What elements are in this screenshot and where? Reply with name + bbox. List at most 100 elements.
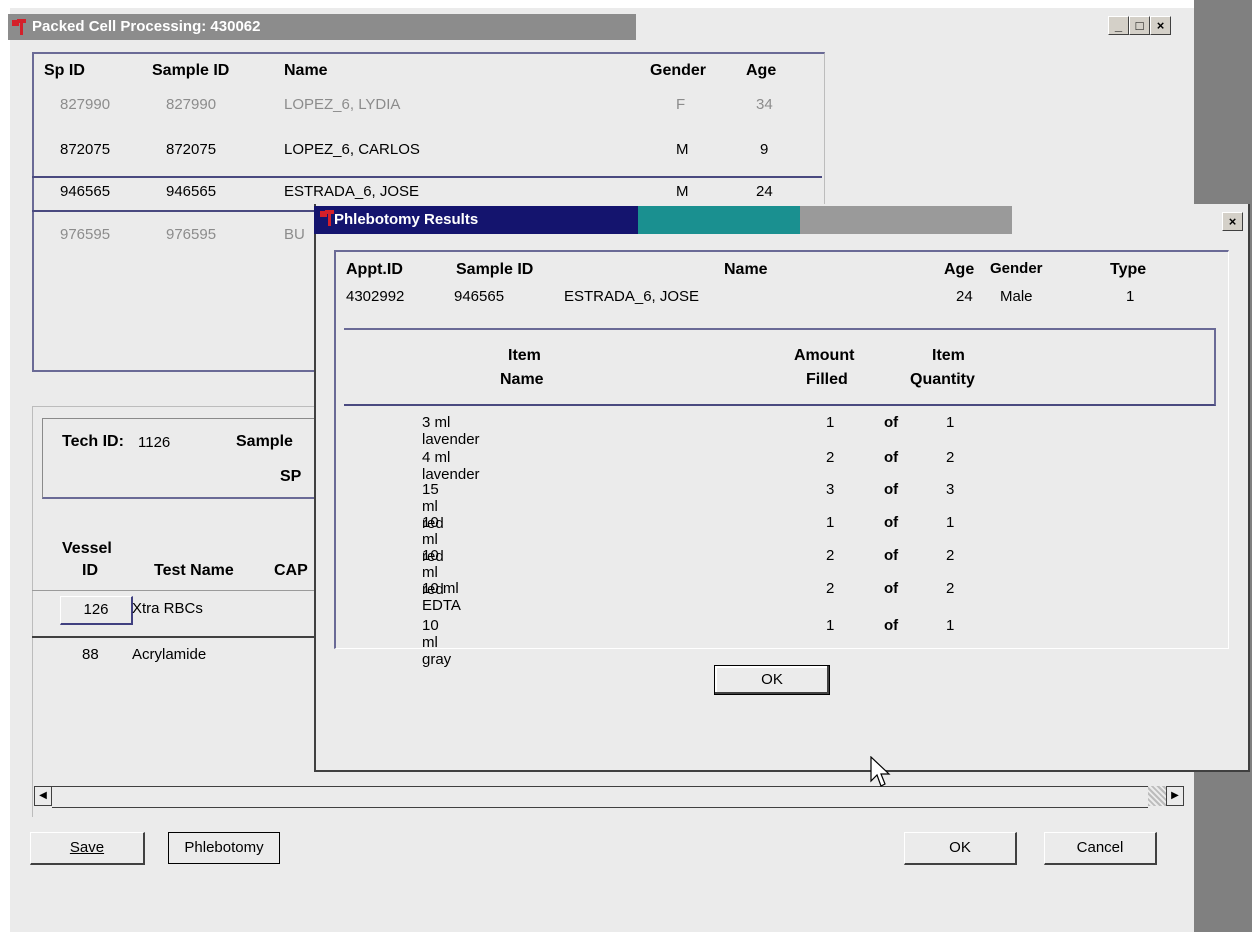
of-label: of [884, 580, 899, 597]
item-filled: 2 [826, 580, 835, 597]
type-label: Type [1110, 261, 1147, 278]
save-button-label: Save [69, 839, 105, 856]
vessel-header-l2: ID [82, 562, 98, 579]
item-name: 4 ml lavender [422, 449, 480, 483]
row-gender: M [676, 141, 689, 158]
item-name: 10 ml gray [422, 617, 452, 668]
item-filled: 1 [826, 617, 835, 634]
test-name-cell: Xtra RBCs [132, 600, 203, 617]
item-filled: 2 [826, 547, 835, 564]
appt-id-label: Appt.ID [346, 261, 403, 278]
horizontal-scrollbar[interactable]: ◀ ▶ [34, 786, 1184, 808]
item-name: 10 ml EDTA [422, 580, 461, 614]
row-sp-id: 827990 [60, 96, 111, 113]
type-value: 1 [1126, 288, 1135, 305]
test-name-cell: Acrylamide [132, 646, 207, 663]
app-icon [12, 19, 26, 35]
row-name: LOPEZ_6, LYDIA [284, 96, 401, 113]
save-button[interactable]: Save [30, 832, 145, 865]
dialog-ok-button[interactable]: OK [714, 665, 830, 695]
item-qty: 2 [946, 547, 955, 564]
age-value: 24 [956, 288, 973, 305]
item-qty: 2 [946, 580, 955, 597]
row-age: 34 [756, 96, 773, 113]
mouse-cursor-icon [870, 755, 892, 794]
dialog-app-icon [320, 210, 334, 226]
scroll-right-icon[interactable]: ▶ [1166, 786, 1184, 806]
vessel-id-button[interactable]: 126 [60, 596, 133, 625]
row-name: LOPEZ_6, CARLOS [284, 141, 420, 158]
dialog-title-gradient [800, 206, 1012, 234]
row-gender: F [676, 96, 686, 113]
vessel-row-divider [32, 636, 322, 638]
tech-info-box [42, 418, 324, 499]
row-sample-id: 827990 [166, 96, 217, 113]
gender-label: Gender [990, 260, 1043, 277]
header-age: Age [746, 62, 777, 79]
row-name: ESTRADA_6, JOSE [284, 183, 420, 200]
row-age: 24 [756, 183, 773, 200]
item-name-header-l2: Name [500, 371, 544, 388]
item-name: 3 ml lavender [422, 414, 480, 448]
row-sample-id: 872075 [166, 141, 217, 158]
item-qty: 1 [946, 617, 955, 634]
dialog-close-icon[interactable]: × [1222, 212, 1243, 231]
item-filled: 2 [826, 449, 835, 466]
dialog-title-gradient [1012, 206, 1248, 234]
phlebotomy-button[interactable]: Phlebotomy [168, 832, 280, 864]
of-label: of [884, 617, 899, 634]
item-name-header-l1: Item [508, 347, 541, 364]
age-label: Age [944, 261, 975, 278]
cancel-button[interactable]: Cancel [1044, 832, 1157, 865]
cap-header: CAP [274, 562, 308, 579]
amount-header-l2: Filled [806, 371, 848, 388]
of-label: of [884, 414, 899, 431]
item-qty: 1 [946, 514, 955, 531]
row-sp-id: 976595 [60, 226, 111, 243]
item-filled: 3 [826, 481, 835, 498]
phlebotomy-button-label: Phlebotomy [184, 839, 264, 856]
minimize-icon[interactable]: _ [1108, 16, 1129, 35]
patient-name-value: ESTRADA_6, JOSE [564, 288, 700, 305]
main-window-title: Packed Cell Processing: 430062 [32, 18, 261, 35]
name-label: Name [724, 261, 768, 278]
row-sample-id: 976595 [166, 226, 217, 243]
main-title-bar[interactable]: Packed Cell Processing: 430062 [8, 14, 636, 40]
tech-id-label: Tech ID: [62, 433, 124, 450]
row-sp-id: 872075 [60, 141, 111, 158]
scroll-track[interactable] [52, 786, 1148, 808]
item-filled: 1 [826, 414, 835, 431]
sp-label: SP [280, 468, 302, 485]
amount-header-l1: Amount [794, 347, 855, 364]
qty-header-l1: Item [932, 347, 965, 364]
scroll-corner [1148, 786, 1166, 806]
row-sp-id: 946565 [60, 183, 111, 200]
scroll-left-icon[interactable]: ◀ [34, 786, 52, 806]
tech-id-value: 1126 [138, 434, 171, 451]
header-name: Name [284, 62, 328, 79]
of-label: of [884, 449, 899, 466]
of-label: of [884, 514, 899, 531]
of-label: of [884, 481, 899, 498]
vessel-id-cell: 88 [82, 646, 99, 663]
test-name-header: Test Name [154, 562, 234, 579]
header-sample-id: Sample ID [152, 62, 230, 79]
row-divider [32, 176, 822, 178]
vessel-divider [32, 590, 322, 591]
row-gender: M [676, 183, 689, 200]
header-sp-id: Sp ID [44, 62, 85, 79]
maximize-icon[interactable]: □ [1129, 16, 1150, 35]
header-gender: Gender [650, 62, 707, 79]
dialog-title-gradient [638, 206, 800, 234]
sample-id-label: Sample ID [456, 261, 534, 278]
sample-label: Sample [236, 433, 293, 450]
item-qty: 2 [946, 449, 955, 466]
item-qty: 3 [946, 481, 955, 498]
row-name: BU [284, 226, 305, 243]
items-header [344, 328, 1216, 406]
dialog-title: Phlebotomy Results [334, 211, 479, 228]
ok-button[interactable]: OK [904, 832, 1017, 865]
qty-header-l2: Quantity [910, 371, 975, 388]
appt-id-value: 4302992 [346, 288, 405, 305]
close-icon[interactable]: × [1150, 16, 1171, 35]
